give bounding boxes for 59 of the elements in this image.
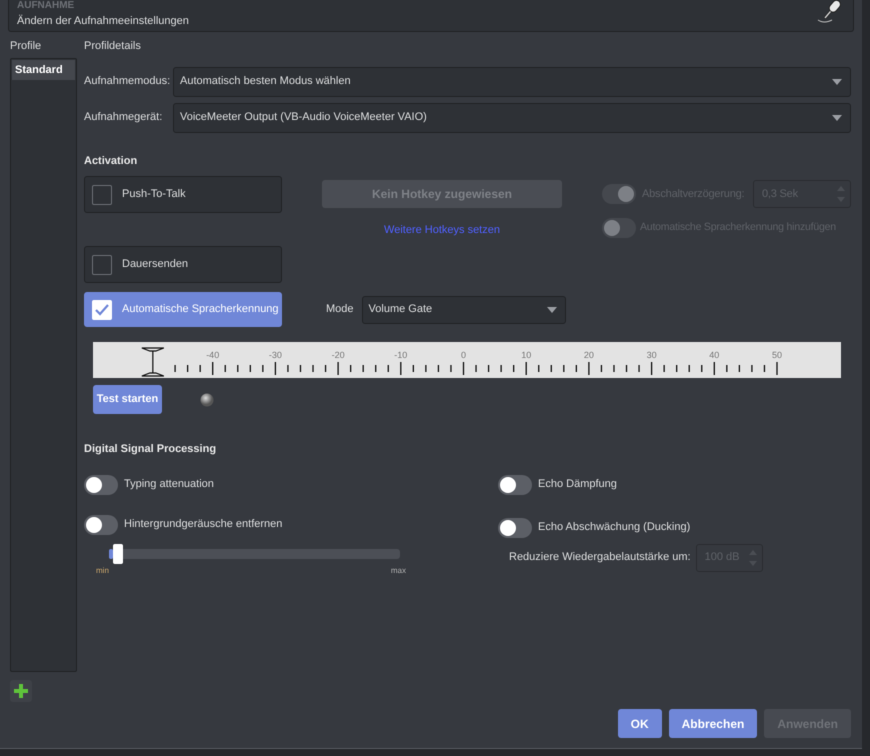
scale-label: 50 [772,350,782,360]
dropdown[interactable]: Automatisch besten Modus wählen [173,66,851,96]
section-subtitle: Ändern der Aufnahmeeinstellungen [17,14,189,29]
section-heading: Digital Signal Processing [84,442,218,457]
checkbox[interactable] [92,184,112,204]
scale-label: 30 [646,350,657,360]
scale-label: 20 [584,350,594,360]
mode-label: Mode [326,302,354,318]
option-label: Push-To-Talk [122,187,186,202]
spinbox-label: Reduziere Wiedergabelautstärke um: [509,550,691,566]
scale-label: 10 [521,350,532,360]
slider-min-label: min [96,564,109,576]
dropdown-value: Volume Gate [368,302,432,318]
section-heading: Activation [84,154,138,168]
status-led-icon [200,392,214,406]
scale-label: -40 [206,350,220,360]
dialog-button[interactable]: Abbrechen [668,709,758,738]
dropdown-value: VoiceMeeter Output (VB-Audio VoiceMeeter VAIO) [180,110,427,126]
scale-label: 40 [709,350,720,360]
toggle-label: Hintergrundgeräusche entfernen [124,517,282,532]
scale-label: 0 [461,350,466,360]
toggle-switch[interactable] [84,514,118,534]
checkbox[interactable] [92,254,112,274]
toggle-switch[interactable] [84,474,118,494]
field-label: Aufnahmemodus: [84,74,172,90]
dropdown-caret-icon [832,114,842,120]
threshold-handle[interactable] [141,347,164,377]
toggle-label: Echo Dämpfung [538,477,617,492]
dropdown-caret-icon [832,78,842,84]
option-label: Dauersenden [122,257,188,272]
toggle-label: Echo Abschwächung (Ducking) [538,520,690,536]
add-profile-button[interactable] [10,680,32,702]
activation-option[interactable]: Dauersenden [84,246,282,283]
checkmark-icon [95,304,109,316]
dropdown[interactable]: VoiceMeeter Output (VB-Audio VoiceMeeter VAIO) [173,102,851,132]
toggle-switch[interactable] [498,518,532,538]
plus-icon [14,684,28,698]
activation-option[interactable]: Automatische Spracherkennung [84,292,282,327]
dropdown-value: Automatisch besten Modus wählen [180,74,351,90]
field-label: Aufnahmegerät: [84,110,164,126]
slider-fill [109,548,113,558]
hotkeys-link[interactable]: Weitere Hotkeys setzen [384,222,500,238]
slider-max-label: max [390,564,406,576]
section-title: AUFNAHME [17,0,76,11]
option-label: Automatische Spracherkennung [122,302,279,318]
test-button[interactable]: Test starten [93,385,162,414]
dialog-button[interactable]: OK [618,709,662,738]
activation-option[interactable]: Push-To-Talk [84,176,282,213]
dropdown-caret-icon [546,306,557,312]
mode-dropdown[interactable]: Volume Gate [362,296,566,324]
scale-label: -30 [268,350,282,360]
slider-thumb[interactable] [112,544,123,564]
profile-details-label: Profildetails [84,39,142,54]
profile-item[interactable]: Standard [12,60,75,80]
scale-label: -10 [394,350,408,360]
scale-label: -20 [332,350,345,360]
toggle-switch[interactable] [498,474,532,494]
toggle-label: Typing attenuation [124,477,214,492]
profiles-label: Profile [10,39,42,54]
